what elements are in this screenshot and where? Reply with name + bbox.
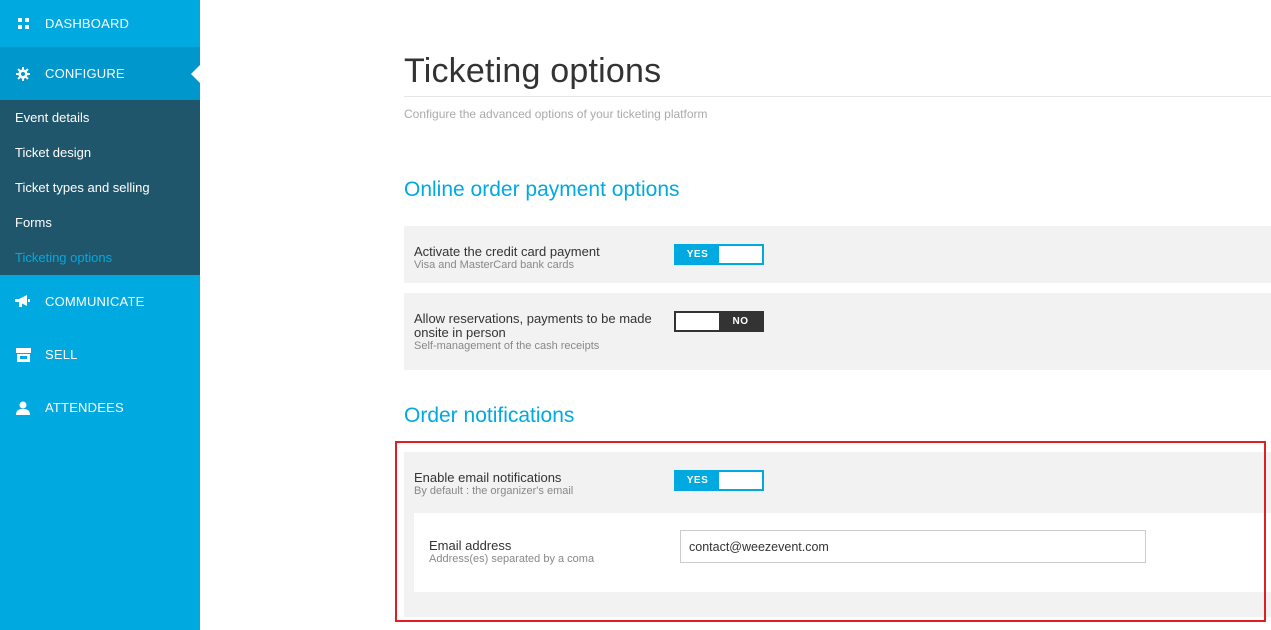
- option-label: Enable email notifications: [414, 470, 562, 485]
- email-address-label: Email address: [429, 538, 512, 553]
- option-email-notifications: Enable email notifications By default : …: [404, 452, 1271, 617]
- reservations-toggle[interactable]: NO: [674, 311, 764, 332]
- nav-configure-label: CONFIGURE: [45, 66, 125, 81]
- nav-sell-label: SELL: [45, 347, 78, 362]
- configure-submenu: Event details Ticket design Ticket types…: [0, 100, 200, 275]
- page-title: Ticketing options: [404, 52, 662, 90]
- grid-icon: [15, 16, 31, 32]
- toggle-label: NO: [719, 313, 762, 330]
- toggle-knob: [676, 313, 719, 330]
- nav-attendees[interactable]: ATTENDEES: [0, 381, 200, 434]
- sidebar-item-forms[interactable]: Forms: [0, 205, 200, 240]
- option-reservations: Allow reservations, payments to be made …: [404, 293, 1271, 370]
- option-hint: Self-management of the cash receipts: [414, 340, 600, 352]
- title-divider: [404, 96, 1271, 97]
- nav-communicate-label: COMMUNICATE: [45, 294, 145, 309]
- store-icon: [15, 347, 31, 363]
- option-hint: Visa and MasterCard bank cards: [414, 259, 574, 271]
- sidebar-item-ticketing-options[interactable]: Ticketing options: [0, 240, 200, 275]
- option-hint: By default : the organizer's email: [414, 485, 574, 497]
- option-credit-card: Activate the credit card payment Visa an…: [404, 226, 1271, 283]
- nav-configure[interactable]: CONFIGURE: [0, 47, 200, 100]
- nav-communicate[interactable]: COMMUNICATE: [0, 275, 200, 328]
- toggle-knob: [719, 472, 762, 489]
- sidebar-item-event-details[interactable]: Event details: [0, 100, 200, 135]
- option-label-line2: onsite in person: [414, 325, 506, 340]
- nav-attendees-label: ATTENDEES: [45, 400, 124, 415]
- email-address-hint: Address(es) separated by a coma: [429, 553, 595, 565]
- toggle-label: YES: [676, 246, 719, 263]
- credit-card-toggle[interactable]: YES: [674, 244, 764, 265]
- nav-dashboard[interactable]: DASHBOARD: [0, 0, 200, 47]
- sidebar-item-ticket-types[interactable]: Ticket types and selling: [0, 170, 200, 205]
- person-icon: [15, 400, 31, 416]
- toggle-knob: [719, 246, 762, 263]
- section-title-notifications: Order notifications: [404, 404, 575, 427]
- sidebar: DASHBOARD CONFIGURE Event details Ticket…: [0, 0, 200, 630]
- email-notifications-toggle[interactable]: YES: [674, 470, 764, 491]
- option-label-line1: Allow reservations, payments to be made: [414, 311, 652, 326]
- megaphone-icon: [15, 294, 31, 310]
- nav-sell[interactable]: SELL: [0, 328, 200, 381]
- gear-icon: [15, 66, 31, 82]
- toggle-label: YES: [676, 472, 719, 489]
- nav-dashboard-label: DASHBOARD: [45, 16, 130, 31]
- section-title-payment: Online order payment options: [404, 178, 680, 201]
- page-subtitle: Configure the advanced options of your t…: [404, 107, 708, 121]
- main-content: Ticketing options Configure the advanced…: [404, 0, 1271, 630]
- email-address-input[interactable]: [680, 530, 1146, 563]
- option-label: Activate the credit card payment: [414, 244, 600, 259]
- email-address-panel: Email address Address(es) separated by a…: [414, 513, 1271, 592]
- sidebar-item-ticket-design[interactable]: Ticket design: [0, 135, 200, 170]
